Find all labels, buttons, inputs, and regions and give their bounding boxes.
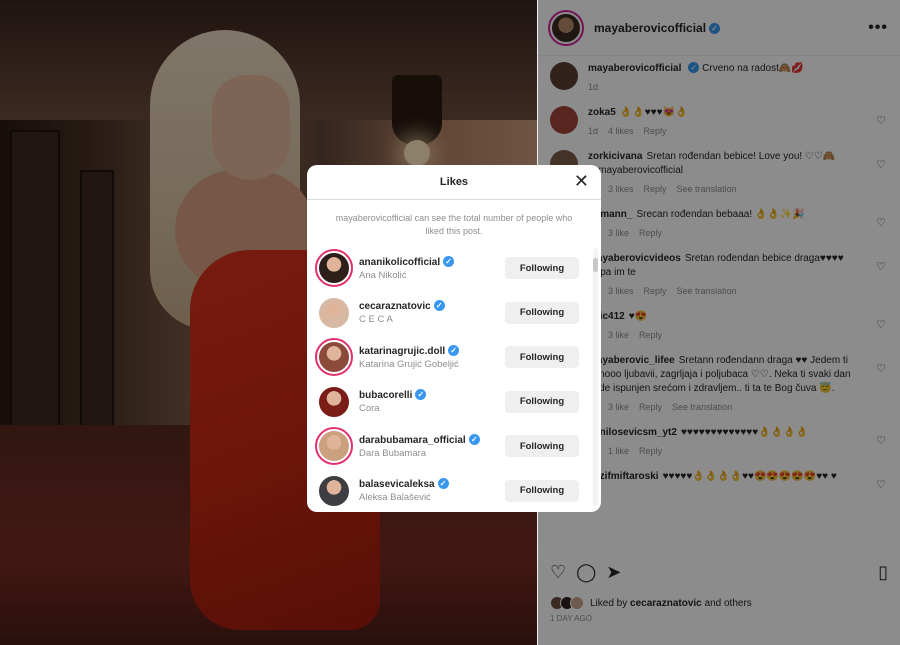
likes-modal: Likes ✕ mayaberovicofficial can see the … [307, 165, 601, 512]
scrollbar-thumb[interactable] [593, 258, 598, 272]
avatar[interactable] [317, 473, 351, 508]
following-button[interactable]: Following [505, 435, 579, 458]
liker-full-name: Cora [359, 403, 380, 415]
liker-username[interactable]: ananikolicofficial ✓ [359, 255, 505, 268]
verified-icon: ✓ [443, 255, 455, 267]
liker-full-name: Dara Bubamara [359, 447, 427, 459]
likes-list-item[interactable]: cecaraznatovic ✓ C E C A Following [307, 291, 589, 336]
likes-list[interactable]: ananikolicofficial ✓ Ana Nikolić Following c… [307, 246, 601, 508]
liker-full-name: Katarina Grujić Gobeljić [359, 358, 459, 370]
avatar[interactable] [317, 295, 351, 330]
following-button[interactable]: Following [505, 390, 579, 413]
following-button[interactable]: Following [505, 257, 579, 280]
liker-full-name: C E C A [359, 314, 393, 326]
verified-icon: ✓ [437, 478, 449, 490]
verified-icon: ✓ [433, 300, 445, 312]
liker-username[interactable]: cecaraznatovic ✓ [359, 300, 505, 312]
avatar[interactable] [315, 249, 353, 288]
scrollbar[interactable] [593, 248, 598, 506]
likes-list-item[interactable]: katarinagrujic.doll ✓ Katarina Grujić Gobe… [307, 335, 589, 380]
liker-full-name: Ana Nikolić [359, 269, 407, 281]
likes-list-item[interactable]: darabubamara_official ✓ Dara Bubamara Follo… [307, 424, 589, 469]
close-icon[interactable]: ✕ [574, 172, 589, 190]
avatar[interactable] [315, 427, 353, 466]
liker-username[interactable]: katarinagrujic.doll ✓ [359, 344, 505, 357]
verified-icon: ✓ [415, 389, 427, 401]
likes-list-item[interactable]: balasevicaleksa ✓ Aleksa Balašević Followin… [307, 469, 589, 509]
verified-icon: ✓ [448, 344, 460, 356]
following-button[interactable]: Following [505, 346, 579, 369]
liker-username[interactable]: bubacorelli ✓ [359, 389, 505, 401]
avatar[interactable] [317, 384, 351, 419]
following-button[interactable]: Following [505, 301, 579, 324]
likes-list-item[interactable]: ananikolicofficial ✓ Ana Nikolić Following [307, 246, 589, 291]
liker-full-name: Aleksa Balašević [359, 492, 431, 504]
avatar[interactable] [315, 338, 353, 377]
verified-icon: ✓ [468, 433, 480, 445]
liker-username[interactable]: darabubamara_official ✓ [359, 433, 505, 446]
modal-title: Likes [439, 176, 469, 188]
modal-header: Likes ✕ [307, 165, 601, 200]
likes-list-item[interactable]: bubacorelli ✓ Cora Following [307, 380, 589, 425]
liker-username[interactable]: balasevicaleksa ✓ [359, 478, 505, 490]
likes-note: mayaberovicofficial can see the total nu… [335, 213, 573, 236]
following-button[interactable]: Following [505, 479, 579, 502]
